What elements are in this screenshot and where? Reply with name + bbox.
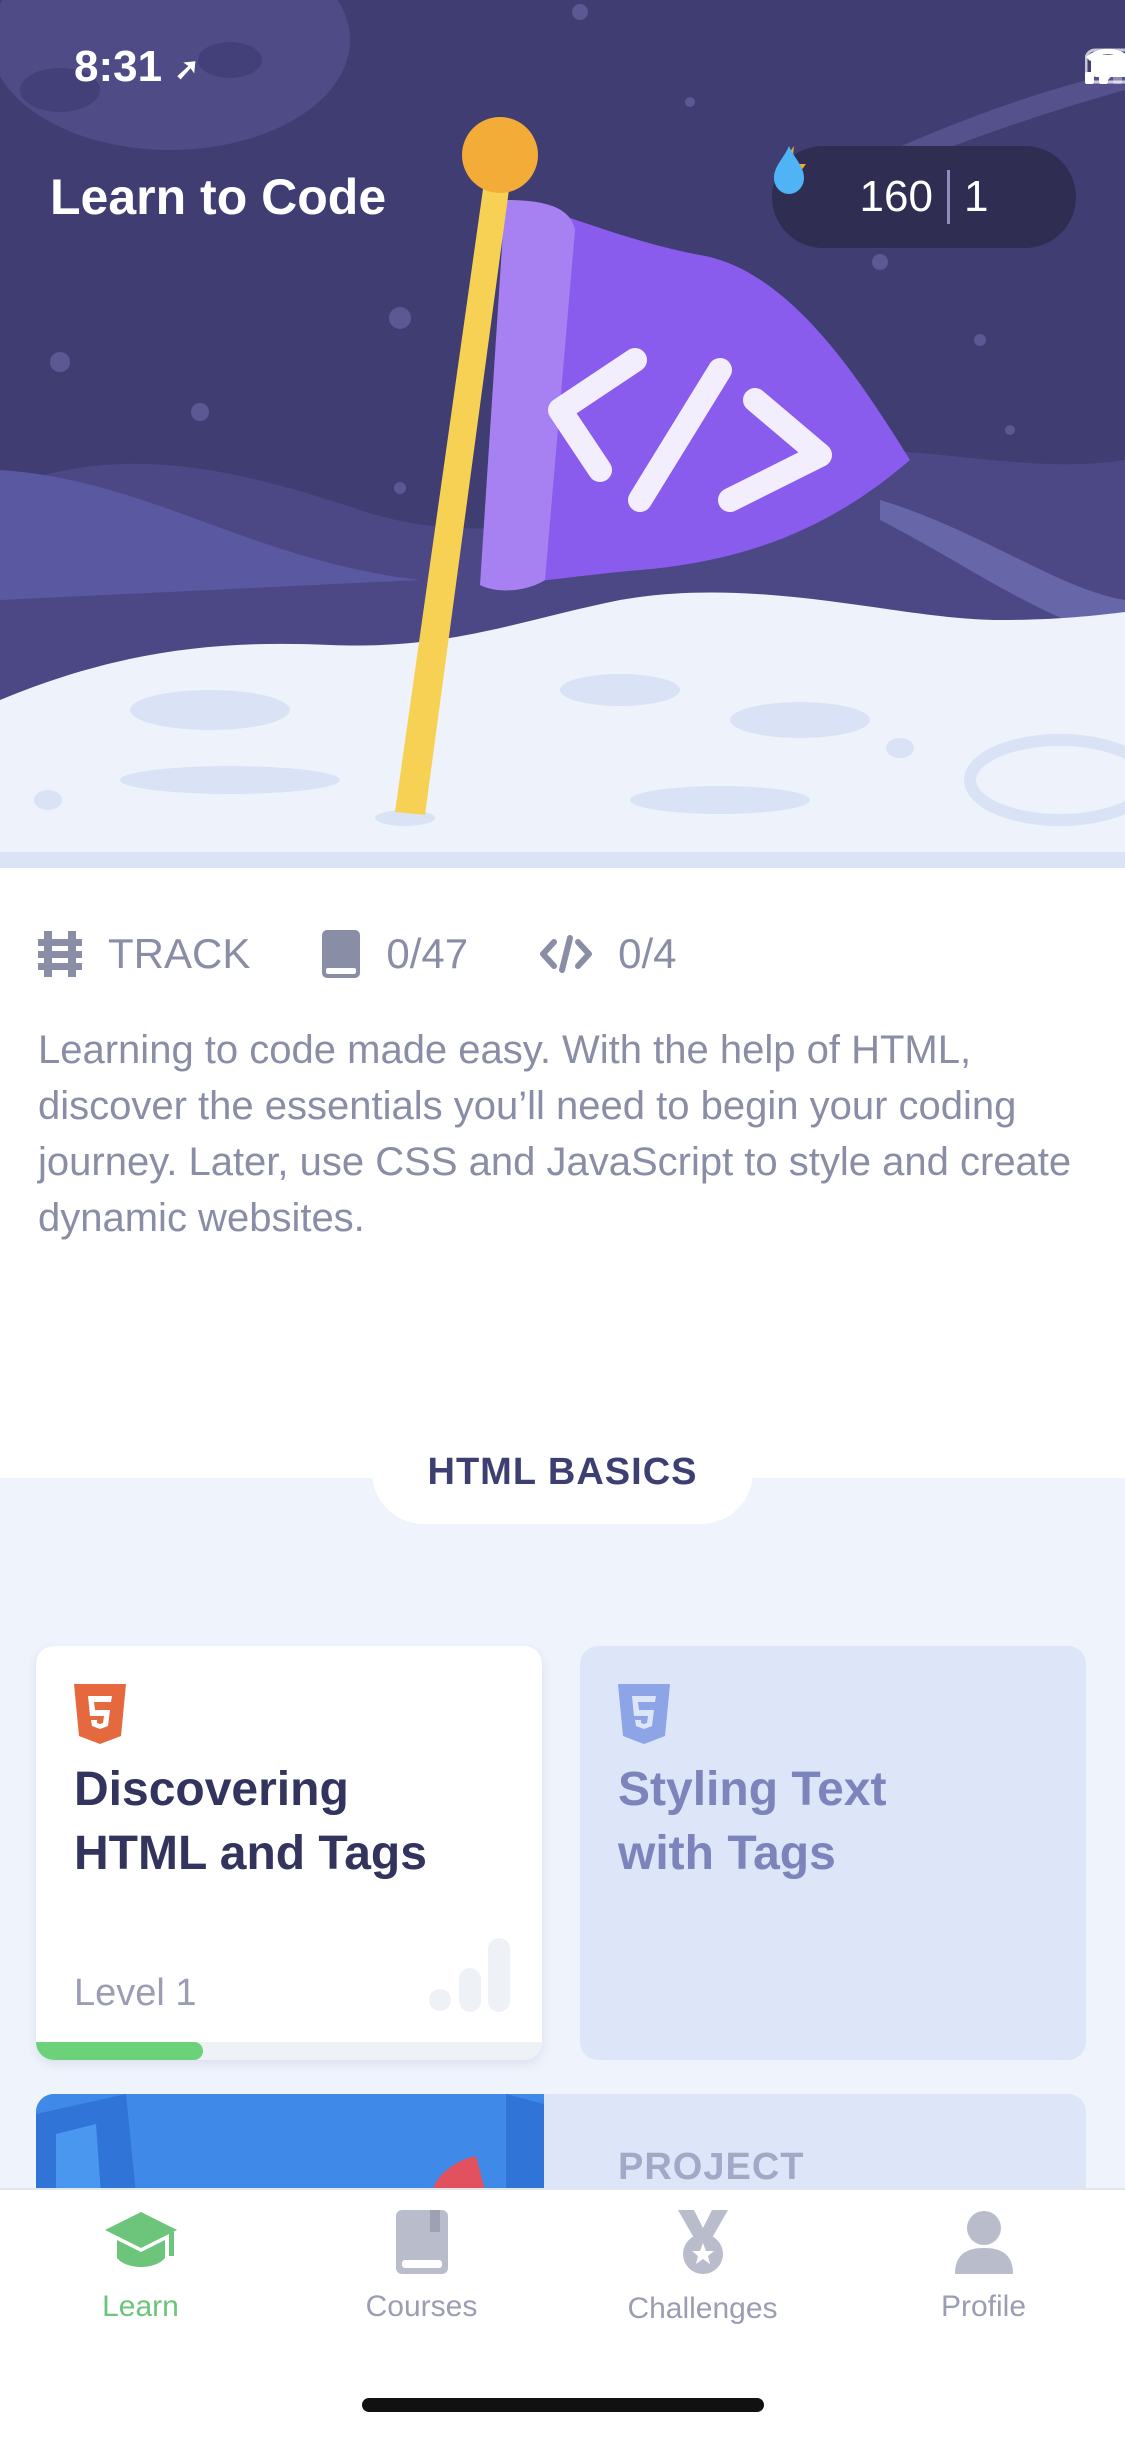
home-indicator[interactable] <box>362 2398 764 2412</box>
project-card[interactable]: PROJECT <box>36 2094 1086 2194</box>
hero-banner: 8:31 ➚ Learn to Code 160 1 <box>0 0 1125 868</box>
streak-count: 1 <box>963 172 989 221</box>
course-progress-fill <box>36 2042 203 2060</box>
course-title-line1: Styling Text <box>618 1763 887 1816</box>
project-card-illustration <box>36 2094 544 2194</box>
stats-divider <box>946 170 950 224</box>
bolts-count: 160 <box>859 172 933 221</box>
hero-illustration <box>0 0 1125 868</box>
graduation-cap-icon <box>104 2212 177 2267</box>
water-drop-icon <box>774 146 804 194</box>
meta-track: TRACK <box>38 930 250 978</box>
course-title-line2: with Tags <box>618 1827 836 1880</box>
battery-icon <box>1085 48 1125 84</box>
meta-projects: 0/4 <box>540 930 677 978</box>
status-time-text: 8:31 <box>74 42 163 91</box>
tab-learn[interactable]: Learn <box>0 2210 281 2324</box>
tab-label: Courses <box>365 2290 478 2323</box>
course-title: Styling Text with Tags <box>618 1758 886 1886</box>
difficulty-bars-icon <box>429 1938 510 2012</box>
course-title-line1: Discovering <box>74 1763 349 1816</box>
course-card-discovering-html[interactable]: Discovering HTML and Tags Level 1 <box>36 1646 542 2060</box>
html5-icon <box>74 1684 126 1744</box>
project-label: PROJECT <box>618 2146 805 2188</box>
course-progress-track <box>36 2042 542 2060</box>
tab-profile[interactable]: Profile <box>843 2210 1124 2324</box>
course-card-styling-text[interactable]: Styling Text with Tags <box>580 1646 1086 2060</box>
code-icon <box>540 935 593 973</box>
medal-icon <box>677 2210 728 2274</box>
tab-label: Profile <box>940 2290 1027 2323</box>
person-icon <box>954 2211 1013 2274</box>
course-title: Discovering HTML and Tags <box>74 1758 427 1886</box>
meta-projects-count: 0/4 <box>618 930 677 977</box>
track-description: Learning to code made easy. With the hel… <box>38 1028 1072 1240</box>
tab-label: Learn <box>102 2290 179 2323</box>
stats-pill[interactable]: 160 1 <box>772 146 1076 248</box>
section-title: HTML BASICS <box>372 1420 753 1524</box>
book-icon <box>322 930 361 978</box>
book-icon <box>395 2210 448 2274</box>
meta-lessons-count: 0/47 <box>386 930 469 977</box>
tab-challenges[interactable]: Challenges <box>562 2210 843 2326</box>
status-bar-time: 8:31 ➚ <box>74 42 199 92</box>
track-meta: TRACK 0/47 0/4 <box>38 930 749 978</box>
course-level: Level 1 <box>74 1972 197 2014</box>
location-arrow-icon: ➚ <box>174 52 200 86</box>
page-title: Learn to Code <box>50 169 387 225</box>
tab-label: Challenges <box>627 2292 778 2325</box>
project-illustration <box>36 2094 544 2194</box>
course-title-line2: HTML and Tags <box>74 1827 427 1880</box>
track-rails-icon <box>38 931 82 977</box>
tab-courses[interactable]: Courses <box>281 2210 562 2324</box>
meta-lessons: 0/47 <box>322 930 468 978</box>
html5-icon <box>618 1684 670 1744</box>
meta-track-label: TRACK <box>108 930 251 977</box>
